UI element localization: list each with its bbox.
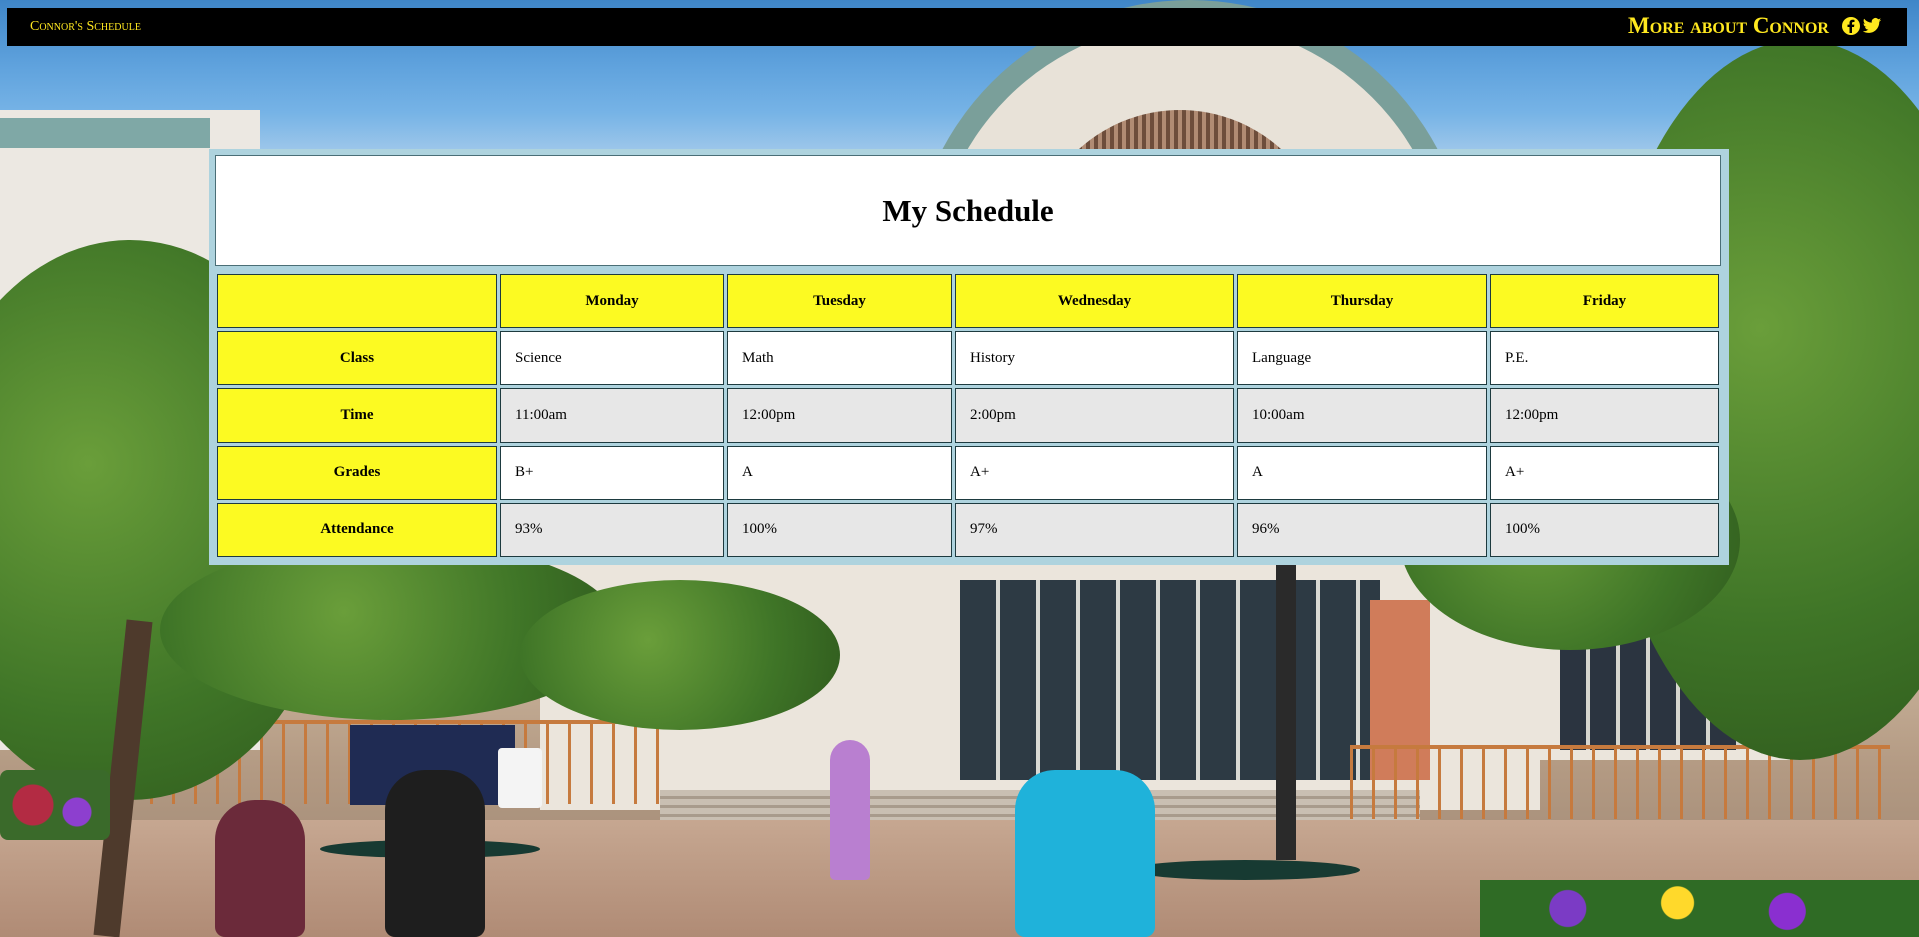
- schedule-card: My Schedule Monday Tuesday Wednesday Thu…: [209, 149, 1729, 565]
- table-cell: A+: [955, 445, 1234, 500]
- building-glass: [960, 580, 1380, 780]
- table-cell: 100%: [727, 502, 952, 558]
- table-cell: 100%: [1490, 502, 1719, 558]
- table-cell: Language: [1237, 331, 1487, 386]
- navbar: Connor's Schedule More about Connor: [7, 8, 1907, 46]
- schedule-table: Monday Tuesday Wednesday Thursday Friday…: [213, 270, 1723, 561]
- table-cell: 11:00am: [500, 388, 724, 443]
- day-header-tuesday: Tuesday: [727, 273, 952, 329]
- person: [385, 770, 485, 937]
- table-cell: A+: [1490, 445, 1719, 500]
- schedule-title-box: My Schedule: [215, 155, 1721, 266]
- table-cell: 96%: [1237, 502, 1487, 558]
- table-cell: A: [1237, 445, 1487, 500]
- table-cell: 2:00pm: [955, 388, 1234, 443]
- tree: [520, 580, 840, 730]
- twitter-icon[interactable]: [1862, 16, 1882, 36]
- banner-sign: [498, 748, 542, 808]
- table-row-attendance: Attendance 93% 100% 97% 96% 100%: [217, 502, 1719, 558]
- picnic-table: [1130, 860, 1360, 880]
- day-header-thursday: Thursday: [1237, 273, 1487, 329]
- person: [215, 800, 305, 937]
- table-row-time: Time 11:00am 12:00pm 2:00pm 10:00am 12:0…: [217, 388, 1719, 443]
- row-label-class: Class: [217, 331, 497, 386]
- lamp-pole: [1276, 560, 1296, 860]
- table-cell: Math: [727, 331, 952, 386]
- table-row-class: Class Science Math History Language P.E.: [217, 331, 1719, 386]
- brand-link[interactable]: Connor's Schedule: [30, 19, 141, 35]
- table-cell: A: [727, 445, 952, 500]
- table-cell: 10:00am: [1237, 388, 1487, 443]
- table-cell: 97%: [955, 502, 1234, 558]
- day-header-monday: Monday: [500, 273, 724, 329]
- table-cell: P.E.: [1490, 331, 1719, 386]
- table-cell: History: [955, 331, 1234, 386]
- table-header-row: Monday Tuesday Wednesday Thursday Friday: [217, 273, 1719, 329]
- row-label-time: Time: [217, 388, 497, 443]
- day-header-friday: Friday: [1490, 273, 1719, 329]
- day-header-wednesday: Wednesday: [955, 273, 1234, 329]
- row-label-attendance: Attendance: [217, 502, 497, 558]
- table-cell: 12:00pm: [1490, 388, 1719, 443]
- person: [830, 740, 870, 880]
- row-label-grades: Grades: [217, 445, 497, 500]
- table-cell: 12:00pm: [727, 388, 952, 443]
- flowers: [0, 770, 110, 840]
- building-left-roof: [0, 118, 210, 148]
- table-cell: B+: [500, 445, 724, 500]
- schedule-title: My Schedule: [882, 192, 1054, 228]
- table-cell: 93%: [500, 502, 724, 558]
- about-link[interactable]: More about Connor: [1628, 13, 1829, 39]
- table-cell: Science: [500, 331, 724, 386]
- table-row-grades: Grades B+ A A+ A A+: [217, 445, 1719, 500]
- person: [1015, 770, 1155, 937]
- facebook-icon[interactable]: [1841, 16, 1861, 36]
- table-header-corner: [217, 273, 497, 329]
- flowers: [1480, 880, 1919, 937]
